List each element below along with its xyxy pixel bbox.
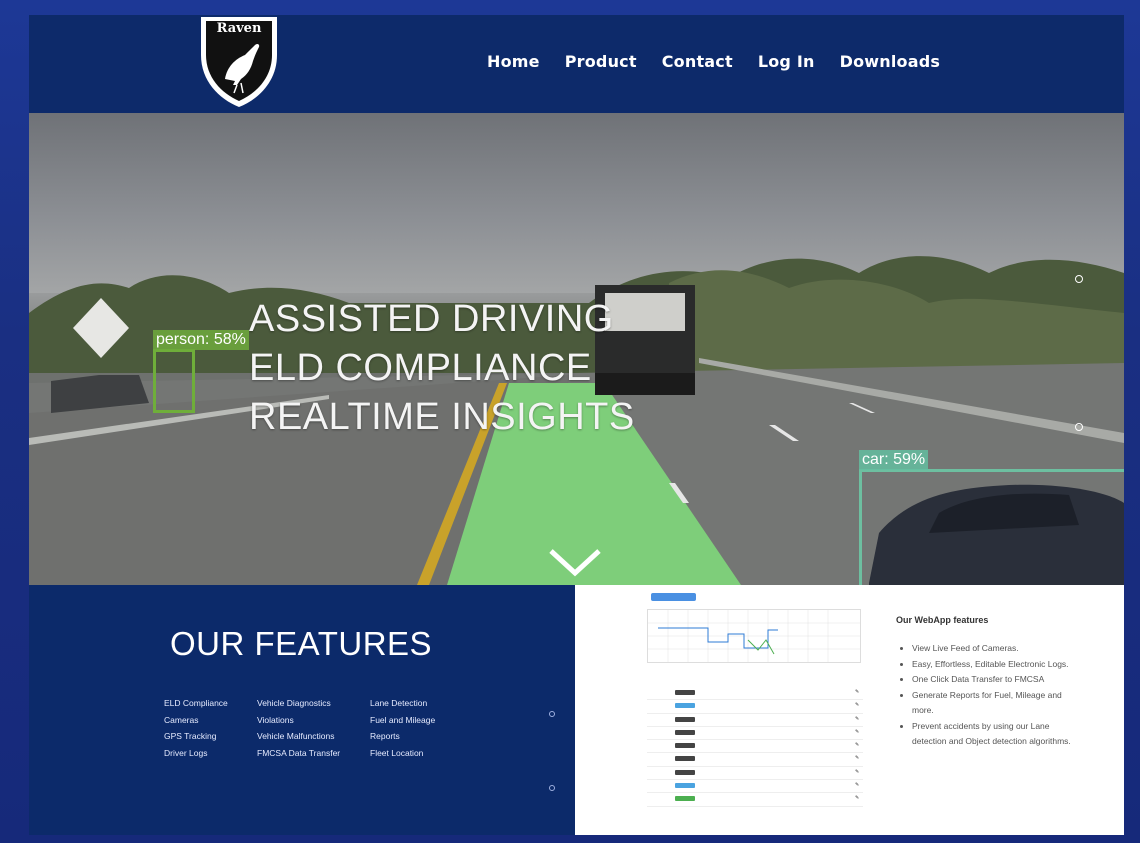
logo-wordmark: Raven [216, 21, 262, 36]
webapp-feature-item: Generate Reports for Fuel, Mileage and m… [912, 688, 1072, 719]
feature-item: Vehicle Diagnostics [257, 698, 331, 708]
hero-banner: ASSISTED DRIVING ELD COMPLIANCE REALTIME… [29, 113, 1124, 585]
webapp-feature-item: One Click Data Transfer to FMCSA [912, 672, 1072, 688]
feature-item: Driver Logs [164, 747, 208, 758]
top-navigation: Raven Home Product Contact Log In Downlo… [29, 15, 1124, 113]
webapp-feature-item: View Live Feed of Cameras. [912, 641, 1072, 657]
hero-line-assisted-driving: ASSISTED DRIVING [249, 298, 614, 340]
mock-log-grid [647, 609, 861, 663]
features-column-2: Vehicle Diagnostics Violations Vehicle M… [257, 698, 340, 764]
feature-item: Cameras [164, 714, 199, 725]
feature-item: Reports [370, 731, 400, 741]
mock-date-tag [651, 593, 696, 601]
feature-item: Lane Detection [370, 698, 428, 708]
person-detection-box [153, 349, 195, 413]
raven-logo[interactable]: Raven [197, 15, 281, 109]
feature-item: ELD Compliance [164, 698, 228, 708]
feature-item: FMCSA Data Transfer [257, 747, 341, 758]
webapp-features-panel: ✎ ✎ ✎ ✎ ✎ ✎ ✎ ✎ ✎ Our WebApp features Vi… [575, 585, 1124, 835]
webapp-feature-item: Easy, Effortless, Editable Electronic Lo… [912, 657, 1072, 673]
features-column-1: ELD Compliance Cameras GPS Tracking Driv… [164, 698, 228, 764]
person-detection-label: person: 58% [153, 330, 249, 350]
chevron-down-icon[interactable] [547, 547, 603, 579]
nav-home-link[interactable]: Home [487, 52, 540, 71]
feature-item: GPS Tracking [164, 731, 217, 741]
webapp-features-title: Our WebApp features [896, 615, 989, 625]
nav-product-link[interactable]: Product [565, 52, 637, 71]
webapp-feature-item: Prevent accidents by using our Lane dete… [912, 719, 1072, 750]
carousel-dot[interactable] [549, 711, 555, 717]
nav-contact-link[interactable]: Contact [662, 52, 733, 71]
mock-events-table: ✎ ✎ ✎ ✎ ✎ ✎ ✎ ✎ ✎ [647, 687, 863, 807]
feature-item: Fleet Location [370, 747, 424, 758]
car-detection-box [859, 469, 1124, 585]
features-section: OUR FEATURES ELD Compliance Cameras GPS … [29, 585, 575, 835]
car-detection-label: car: 59% [859, 450, 929, 470]
hero-headline: ASSISTED DRIVING ELD COMPLIANCE REALTIME… [249, 295, 635, 442]
webapp-screenshot: ✎ ✎ ✎ ✎ ✎ ✎ ✎ ✎ ✎ [647, 591, 869, 823]
nav-login-link[interactable]: Log In [758, 52, 815, 71]
nav-downloads-link[interactable]: Downloads [840, 52, 941, 71]
feature-item: Vehicle Malfunctions [257, 731, 335, 741]
carousel-dot[interactable] [1075, 423, 1083, 431]
feature-item: Violations [257, 714, 294, 725]
hero-line-realtime-insights: REALTIME INSIGHTS [249, 396, 635, 438]
webapp-features-list: View Live Feed of Cameras. Easy, Effortl… [902, 641, 1072, 750]
hero-line-eld-compliance: ELD COMPLIANCE [249, 347, 592, 389]
main-menu: Home Product Contact Log In Downloads [487, 52, 965, 71]
website-page: Raven Home Product Contact Log In Downlo… [29, 15, 1124, 835]
features-column-3: Lane Detection Fuel and Mileage Reports … [370, 698, 435, 764]
features-title: OUR FEATURES [170, 625, 433, 662]
feature-item: Fuel and Mileage [370, 714, 436, 725]
carousel-dot[interactable] [549, 785, 555, 791]
carousel-dot[interactable] [1075, 275, 1083, 283]
